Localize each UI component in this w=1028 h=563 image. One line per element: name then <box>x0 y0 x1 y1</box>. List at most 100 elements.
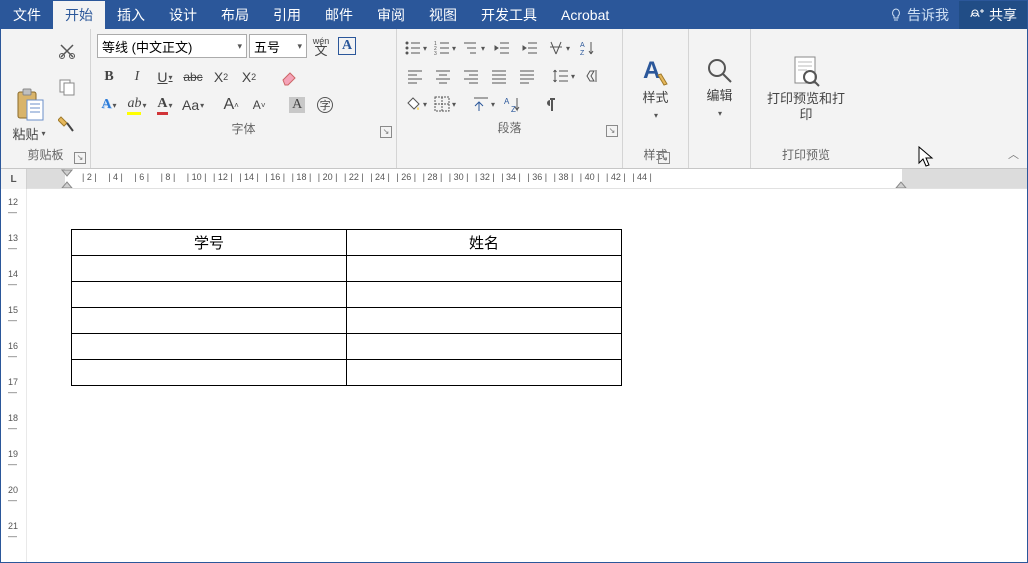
align-center-button[interactable] <box>431 64 455 88</box>
table-row[interactable] <box>72 308 622 334</box>
font-name-combo[interactable]: 等线 (中文正文)▾ <box>97 34 247 58</box>
text-effects-button[interactable]: A▾ <box>97 93 121 117</box>
table-row[interactable] <box>72 256 622 282</box>
show-marks-button[interactable] <box>580 64 604 88</box>
table-row[interactable] <box>72 334 622 360</box>
bullets-button[interactable]: ▾ <box>403 36 428 60</box>
font-color-button[interactable]: A▾ <box>153 93 177 117</box>
table-cell[interactable] <box>347 334 622 360</box>
horizontal-ruler[interactable]: | 2 || 4 || 6 || 8 || 10 || 12 || 14 || … <box>27 169 1027 188</box>
character-border-button[interactable]: A <box>335 34 359 58</box>
subscript-button[interactable]: X2 <box>209 65 233 89</box>
styles-icon: A <box>639 54 673 88</box>
cut-button[interactable] <box>55 39 79 63</box>
tab-邮件[interactable]: 邮件 <box>313 1 365 29</box>
table-cell[interactable] <box>347 282 622 308</box>
table-cell[interactable] <box>347 360 622 386</box>
italic-button[interactable]: I <box>125 65 149 89</box>
table-cell[interactable]: 姓名 <box>347 230 622 256</box>
borders-button[interactable]: ▾ <box>432 92 457 116</box>
indent-icon <box>521 39 539 57</box>
paragraph-marks-button[interactable] <box>538 92 562 116</box>
numbering-button[interactable]: 123▾ <box>432 36 457 60</box>
tab-视图[interactable]: 视图 <box>417 1 469 29</box>
group-edit: 编辑▾ <box>689 29 751 168</box>
paragraph-dialog-launcher[interactable]: ↘ <box>606 125 618 137</box>
character-shading-button[interactable]: A <box>285 93 309 117</box>
numbering-icon: 123 <box>433 39 451 57</box>
tab-开发工具[interactable]: 开发工具 <box>469 1 549 29</box>
vertical-ruler[interactable]: 12—13—14—15—16—17—18—19—20—21— <box>1 189 27 562</box>
print-preview-button[interactable]: 打印预览和打印 <box>756 33 856 145</box>
clipboard-icon <box>14 88 44 122</box>
highlight-button[interactable]: ab▾ <box>125 93 149 117</box>
document-page[interactable]: 学号姓名 <box>27 189 1027 562</box>
asian-layout-button[interactable]: ▾ <box>546 36 571 60</box>
table-cell[interactable] <box>72 360 347 386</box>
right-indent-marker[interactable] <box>895 179 907 188</box>
tab-Acrobat[interactable]: Acrobat <box>549 1 621 29</box>
underline-button[interactable]: U▾ <box>153 65 177 89</box>
font-size-combo[interactable]: 五号▾ <box>249 34 307 58</box>
table-cell[interactable] <box>72 256 347 282</box>
align-right-button[interactable] <box>459 64 483 88</box>
grow-font-button[interactable]: A˄ <box>219 93 243 117</box>
enclose-characters-button[interactable]: 字 <box>313 93 337 117</box>
ruler-corner[interactable]: L <box>1 169 27 189</box>
snap-to-grid-button[interactable]: ▾ <box>471 92 496 116</box>
styles-button[interactable]: A 样式▾ <box>626 33 686 145</box>
strikethrough-button[interactable]: abc <box>181 65 205 89</box>
group-font: 等线 (中文正文)▾ 五号▾ wén文 A B I U▾ abc X2 X2 A… <box>91 29 397 168</box>
shrink-font-button[interactable]: A˅ <box>247 93 271 117</box>
edit-button[interactable]: 编辑▾ <box>690 33 750 145</box>
superscript-button[interactable]: X2 <box>237 65 261 89</box>
preview-group-label: 打印预览 <box>782 148 830 162</box>
table-row[interactable] <box>72 360 622 386</box>
align-left-button[interactable] <box>403 64 427 88</box>
shading-button[interactable]: ▾ <box>403 92 428 116</box>
tab-审阅[interactable]: 审阅 <box>365 1 417 29</box>
align-justify-button[interactable] <box>487 64 511 88</box>
paste-button[interactable]: 粘贴▾ <box>7 33 51 145</box>
increase-indent-button[interactable] <box>518 36 542 60</box>
clipboard-dialog-launcher[interactable]: ↘ <box>74 152 86 164</box>
print-preview-icon <box>791 55 821 89</box>
table-cell[interactable]: 学号 <box>72 230 347 256</box>
document-table[interactable]: 学号姓名 <box>71 229 622 386</box>
line-spacing-button[interactable]: ▾ <box>551 64 576 88</box>
sort-button[interactable]: AZ <box>575 36 599 60</box>
table-cell[interactable] <box>72 334 347 360</box>
first-line-indent-marker[interactable] <box>61 169 73 188</box>
phonetic-guide-button[interactable]: wén文 <box>309 34 333 58</box>
tell-me-button[interactable]: 告诉我 <box>879 1 959 29</box>
svg-text:Z: Z <box>511 105 516 113</box>
tab-设计[interactable]: 设计 <box>157 1 209 29</box>
bold-button[interactable]: B <box>97 65 121 89</box>
tab-插入[interactable]: 插入 <box>105 1 157 29</box>
sort-az-button[interactable]: AZ <box>500 92 524 116</box>
font-dialog-launcher[interactable]: ↘ <box>380 126 392 138</box>
sort-icon: AZ <box>578 39 596 57</box>
copy-button[interactable] <box>55 75 79 99</box>
styles-dialog-launcher[interactable]: ↘ <box>658 152 670 164</box>
table-cell[interactable] <box>72 282 347 308</box>
table-row[interactable]: 学号姓名 <box>72 230 622 256</box>
svg-text:Z: Z <box>580 50 585 57</box>
tab-文件[interactable]: 文件 <box>1 1 53 29</box>
borders-icon <box>433 95 451 113</box>
table-cell[interactable] <box>347 308 622 334</box>
tab-开始[interactable]: 开始 <box>53 1 105 29</box>
table-cell[interactable] <box>72 308 347 334</box>
distribute-button[interactable] <box>515 64 539 88</box>
multilevel-list-button[interactable]: ▾ <box>461 36 486 60</box>
collapse-ribbon-button[interactable]: ︿ <box>1008 146 1019 162</box>
tab-引用[interactable]: 引用 <box>261 1 313 29</box>
eraser-button[interactable] <box>277 65 301 89</box>
tab-布局[interactable]: 布局 <box>209 1 261 29</box>
table-cell[interactable] <box>347 256 622 282</box>
table-row[interactable] <box>72 282 622 308</box>
format-painter-button[interactable] <box>55 111 79 135</box>
decrease-indent-button[interactable] <box>490 36 514 60</box>
change-case-button[interactable]: Aa▾ <box>181 93 205 117</box>
share-button[interactable]: 共享 <box>959 1 1027 29</box>
